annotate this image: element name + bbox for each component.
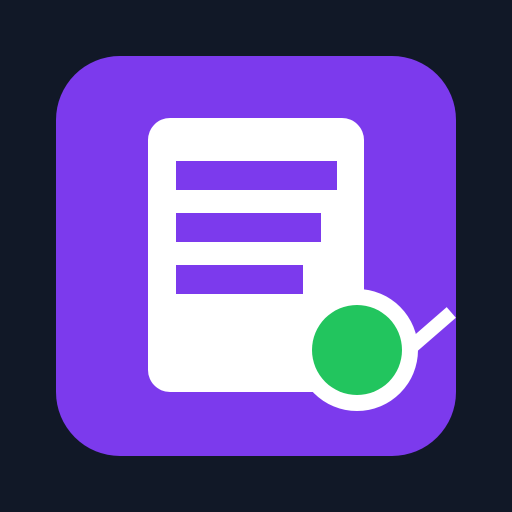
canvas (0, 0, 512, 512)
document-line-3 (176, 265, 303, 294)
magnifier-lens-icon (312, 305, 402, 395)
document-search-app-icon[interactable] (0, 0, 512, 512)
document-line-1 (176, 161, 337, 190)
document-line-2 (176, 213, 321, 242)
